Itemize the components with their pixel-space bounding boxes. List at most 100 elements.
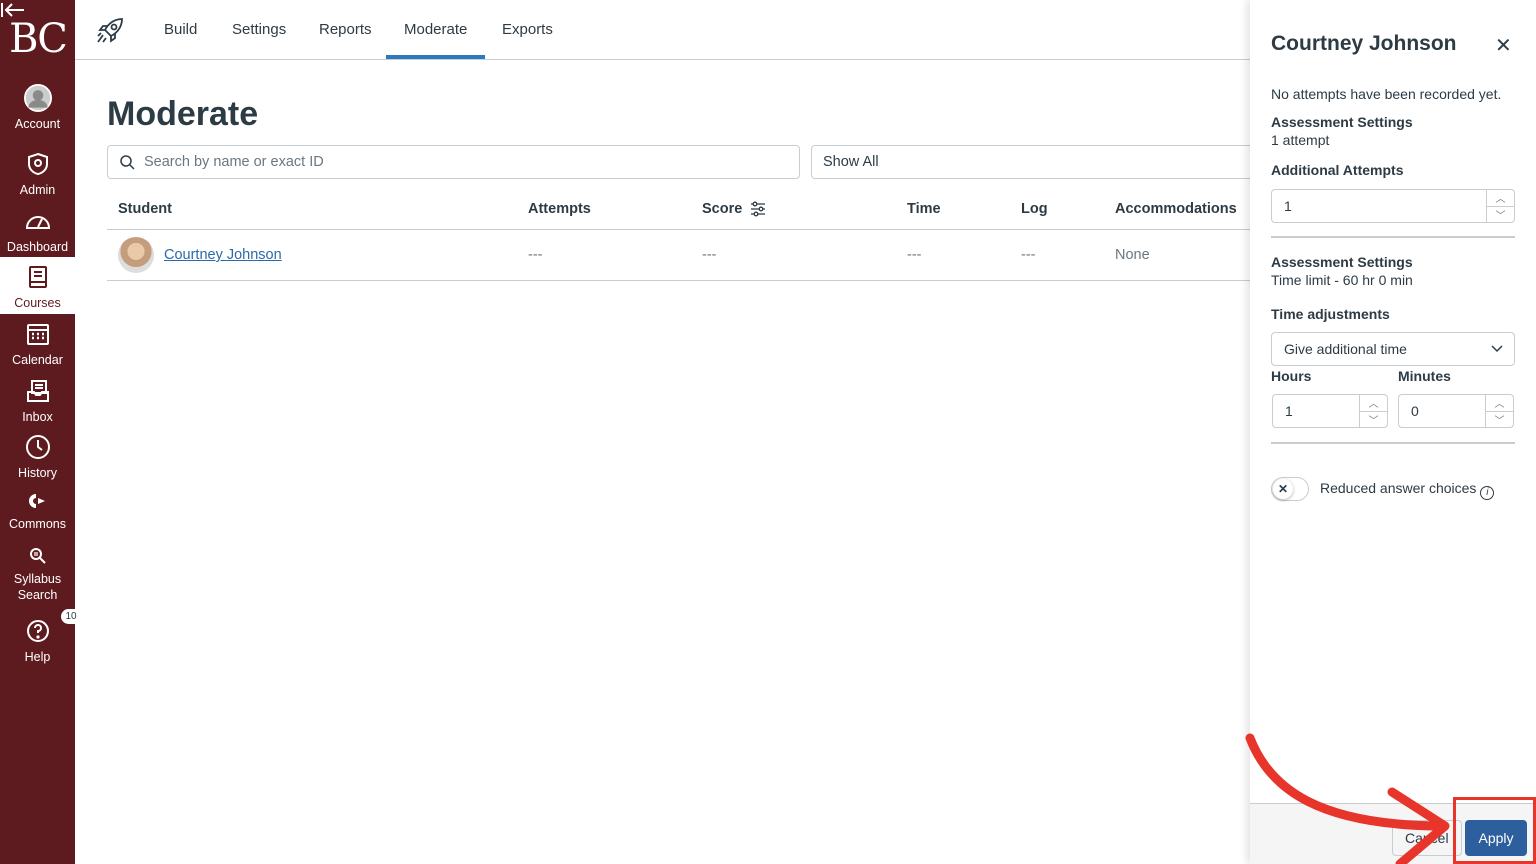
additional-attempts-input[interactable]: 1 ︿ ﹀ [1271, 189, 1515, 223]
time-limit-setting: Time limit - 60 hr 0 min [1271, 272, 1413, 288]
minutes-label: Minutes [1398, 368, 1451, 384]
dashboard-icon [24, 207, 52, 235]
column-header-attempts[interactable]: Attempts [528, 201, 591, 217]
nav-item-help[interactable]: 10 Help [0, 609, 82, 665]
quiz-top-nav: Build Settings Reports Moderate Exports [75, 0, 1250, 60]
decrement-arrow-icon[interactable]: ﹀ [1486, 410, 1513, 428]
column-header-score[interactable]: Score [702, 201, 742, 217]
hours-label: Hours [1271, 368, 1312, 384]
calendar-icon [24, 320, 52, 348]
additional-attempts-stepper[interactable]: ︿ ﹀ [1486, 190, 1514, 222]
cell-attempts: --- [528, 247, 543, 263]
reduced-choices-label: Reduced answer choices [1320, 480, 1477, 496]
tab-exports[interactable]: Exports [502, 21, 553, 38]
nav-item-history[interactable]: History [0, 433, 75, 481]
time-adjustments-select[interactable]: Give additional time [1271, 332, 1515, 366]
search-placeholder: Search by name or exact ID [144, 154, 324, 170]
nav-label-dashboard: Dashboard [6, 240, 69, 254]
column-header-log[interactable]: Log [1021, 201, 1048, 217]
column-header-student[interactable]: Student [118, 201, 172, 217]
tab-reports[interactable]: Reports [319, 21, 372, 38]
annotation-highlight-box [1453, 797, 1536, 864]
nav-item-admin[interactable]: Admin [0, 150, 75, 198]
rocket-icon[interactable] [95, 16, 125, 51]
reduced-choices-toggle[interactable]: ✕ [1271, 477, 1309, 501]
nav-label-admin: Admin [19, 183, 56, 197]
minutes-value: 0 [1411, 403, 1419, 419]
info-icon[interactable]: i [1480, 485, 1495, 500]
nav-label-history: History [18, 466, 57, 480]
assessment-settings-heading: Assessment Settings [1271, 114, 1413, 130]
nav-item-inbox[interactable]: Inbox [0, 377, 75, 425]
hours-stepper[interactable]: ︿ ﹀ [1359, 395, 1387, 427]
decrement-arrow-icon[interactable]: ﹀ [1360, 410, 1387, 428]
tab-settings[interactable]: Settings [232, 21, 286, 38]
nav-label-inbox: Inbox [22, 410, 53, 424]
nav-item-calendar[interactable]: Calendar [0, 320, 75, 368]
no-attempts-message: No attempts have been recorded yet. [1271, 86, 1502, 102]
nav-item-syllabus-search[interactable]: Syllabus Search [0, 545, 75, 603]
tab-moderate[interactable]: Moderate [404, 21, 467, 38]
hours-value: 1 [1285, 403, 1293, 419]
filter-select[interactable]: Show All [811, 145, 1261, 179]
increment-arrow-icon[interactable]: ︿ [1487, 190, 1514, 206]
search-icon [120, 154, 135, 170]
column-header-time[interactable]: Time [907, 201, 941, 217]
filter-value: Show All [823, 154, 879, 170]
student-avatar [118, 237, 154, 273]
nav-item-dashboard[interactable]: Dashboard [0, 207, 75, 255]
help-badge: 10 [60, 609, 82, 624]
active-tab-indicator [386, 55, 485, 59]
cell-time: --- [907, 247, 922, 263]
minutes-stepper[interactable]: ︿ ﹀ [1485, 395, 1513, 427]
nav-label-account: Account [14, 117, 61, 131]
increment-arrow-icon[interactable]: ︿ [1360, 395, 1387, 411]
hours-input[interactable]: 1 ︿ ﹀ [1272, 394, 1388, 428]
courses-book-icon [24, 263, 52, 291]
admin-shield-icon [24, 150, 52, 178]
nav-label-help: Help [24, 650, 51, 664]
commons-icon [24, 490, 52, 512]
nav-label-calendar: Calendar [12, 353, 63, 367]
nav-item-account[interactable]: Account [0, 84, 75, 132]
table-row-divider [107, 280, 1250, 281]
cell-score: --- [702, 247, 717, 263]
nav-label-syllabus-search: Syllabus Search [13, 572, 62, 602]
section-divider [1271, 236, 1515, 238]
collapse-nav-button[interactable] [0, 0, 26, 25]
global-nav: BC Account Admin Dashboard Courses Calen… [0, 0, 82, 864]
time-adjustments-label: Time adjustments [1271, 306, 1390, 322]
close-icon[interactable]: ✕ [1495, 33, 1512, 58]
history-clock-icon [24, 433, 52, 461]
additional-attempts-value: 1 [1284, 198, 1292, 214]
additional-attempts-label: Additional Attempts [1271, 162, 1404, 178]
help-icon: 10 [24, 609, 82, 645]
chevron-down-icon [1490, 341, 1504, 358]
time-adjustment-value: Give additional time [1284, 341, 1407, 357]
account-icon [23, 84, 52, 112]
nav-item-commons[interactable]: Commons [0, 490, 75, 532]
score-filter-icon[interactable] [750, 201, 766, 222]
reduced-choices-row: Reduced answer choices i [1320, 480, 1495, 500]
nav-item-courses[interactable]: Courses [0, 257, 75, 314]
page-title: Moderate [107, 95, 259, 133]
tab-build[interactable]: Build [164, 21, 197, 38]
decrement-arrow-icon[interactable]: ﹀ [1487, 205, 1514, 223]
assessment-settings-heading-2: Assessment Settings [1271, 254, 1413, 270]
table-header-divider [107, 229, 1250, 230]
nav-label-commons: Commons [9, 517, 66, 531]
student-name-link[interactable]: Courtney Johnson [164, 247, 282, 263]
inbox-icon [24, 377, 52, 405]
increment-arrow-icon[interactable]: ︿ [1486, 395, 1513, 411]
search-input[interactable]: Search by name or exact ID [107, 145, 800, 179]
tray-student-name: Courtney Johnson [1271, 32, 1457, 55]
nav-label-courses: Courses [14, 296, 61, 310]
cell-log: --- [1021, 247, 1036, 263]
cell-accommodations: None [1115, 247, 1150, 263]
column-header-accommodations[interactable]: Accommodations [1115, 201, 1237, 217]
syllabus-search-icon [24, 545, 52, 567]
attempts-setting: 1 attempt [1271, 132, 1330, 148]
minutes-input[interactable]: 0 ︿ ﹀ [1398, 394, 1514, 428]
collapse-arrow-icon [1, 3, 24, 17]
toggle-off-icon: ✕ [1273, 479, 1293, 499]
